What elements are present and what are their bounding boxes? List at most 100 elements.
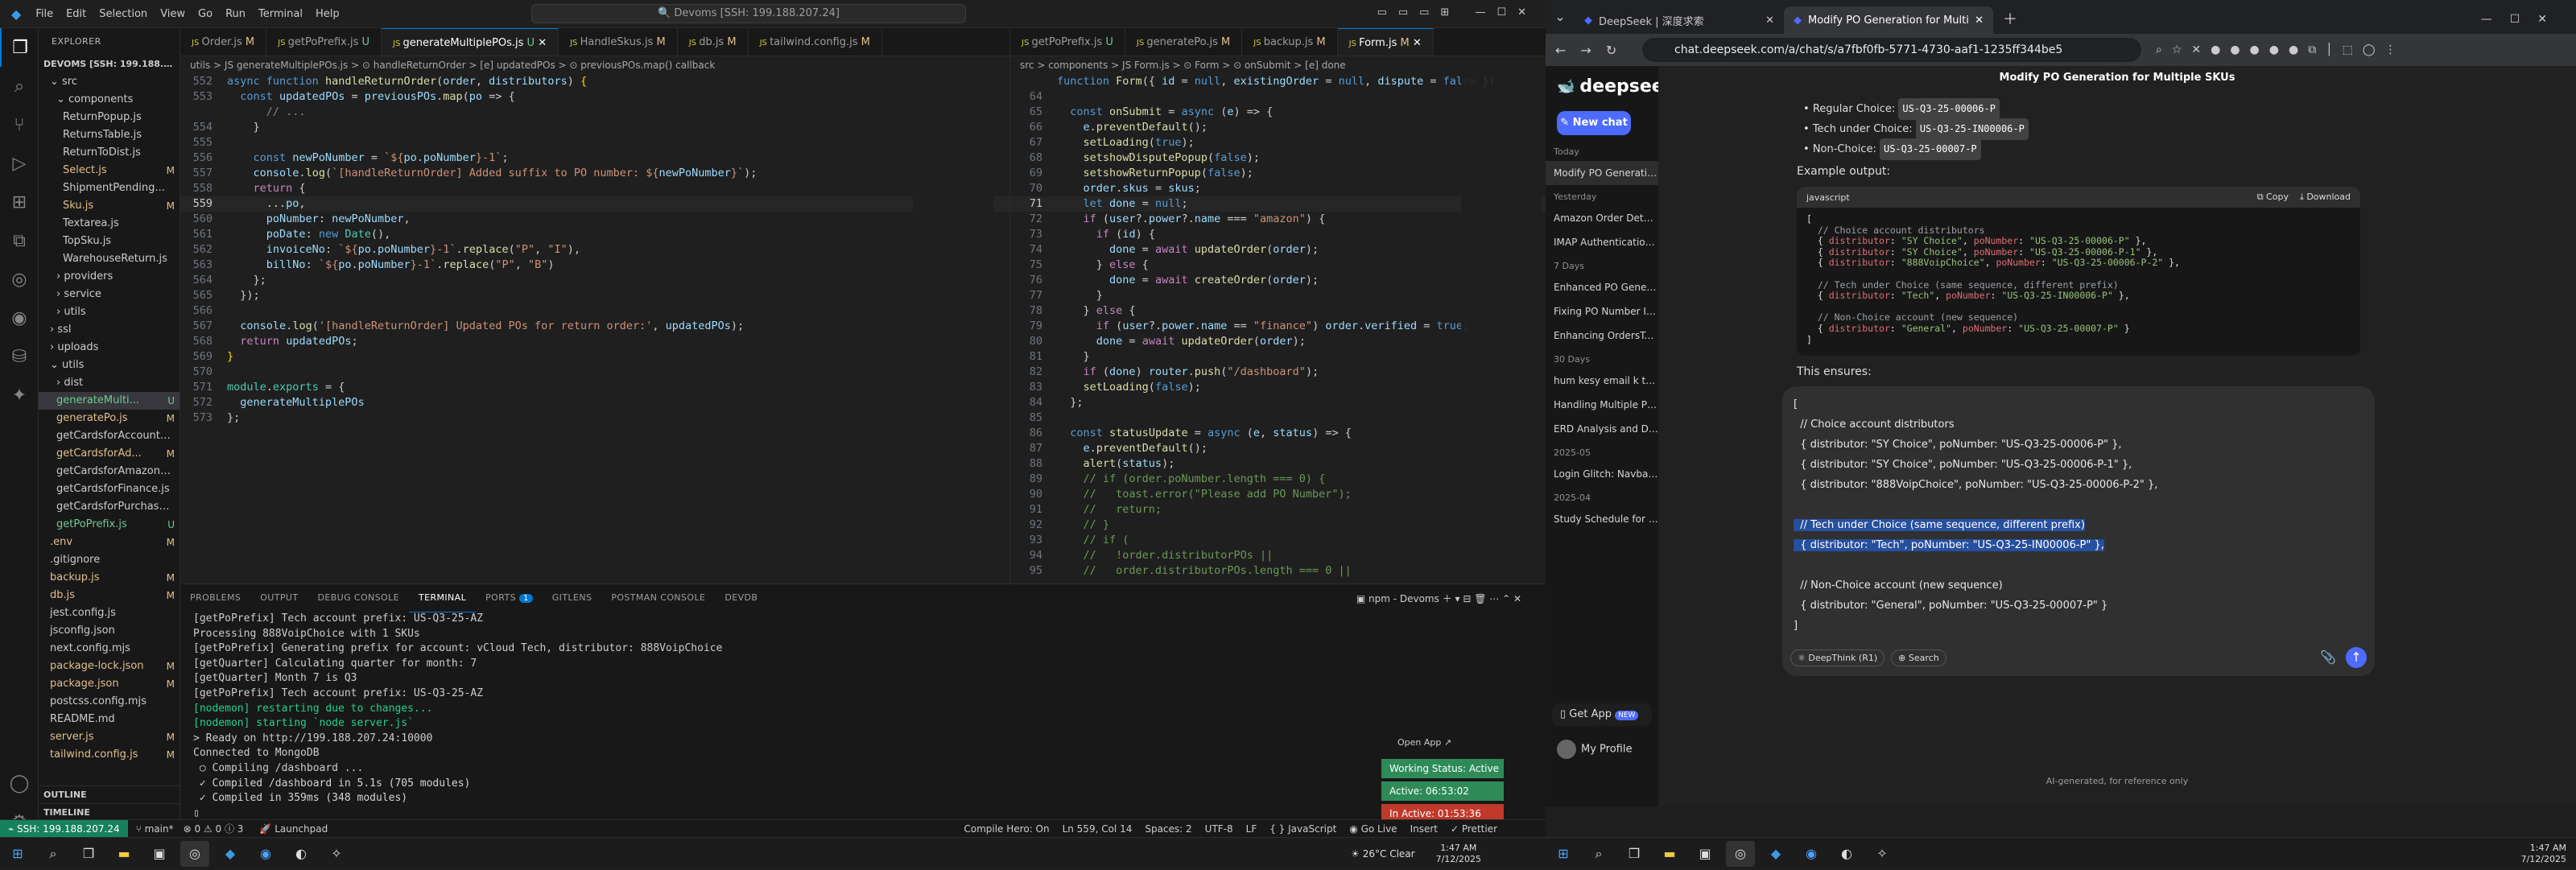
code-editor-left[interactable]: 552 async function handleReturnOrder(orde…: [180, 74, 1009, 426]
file-item[interactable]: server.js M: [39, 728, 180, 746]
open-app-link[interactable]: Open App ↗: [1397, 737, 1451, 748]
panel-tab-debug-console[interactable]: DEBUG CONSOLE: [308, 584, 409, 612]
file-item[interactable]: Textarea.js: [39, 215, 180, 233]
message-input-box[interactable]: [ // Choice account distributors { distr…: [1782, 386, 2375, 676]
clock-right[interactable]: 1:47 AM 7/12/2025: [2521, 843, 2566, 865]
url-input[interactable]: chat.deepseek.com/a/chat/s/a7fbf0fb-5771…: [1642, 38, 2141, 62]
editor-tab[interactable]: JS HandleSkus.js M: [559, 28, 678, 56]
search-icon[interactable]: ⌕: [0, 67, 39, 105]
file-item[interactable]: getCardsforAmazon.js: [39, 463, 180, 480]
close-icon[interactable]: ✕: [535, 37, 547, 49]
file-item[interactable]: Sku.js M: [39, 197, 180, 215]
folder-item[interactable]: ⌄ src: [39, 73, 180, 91]
file-item[interactable]: backup.js M: [39, 569, 180, 587]
chrome-icon[interactable]: ◎: [180, 840, 209, 867]
file-item[interactable]: db.js M: [39, 587, 180, 604]
folder-item[interactable]: ⌄ utils: [39, 357, 180, 374]
history-item[interactable]: Enhancing OrdersTable with Pro: [1546, 324, 1658, 348]
file-item[interactable]: ReturnPopup.js: [39, 109, 180, 126]
file-item[interactable]: ReturnToDist.js: [39, 144, 180, 162]
panel-tab-problems[interactable]: PROBLEMS: [180, 584, 250, 612]
database-icon[interactable]: ⛁: [0, 337, 39, 376]
terminal-selector[interactable]: ▣ npm - Devoms ＋ ▾ ⊟ 🗑 ⋯ ⌃ ✕: [1356, 592, 1521, 605]
problems-indicator[interactable]: ⊗ 0 ⚠ 0 ⓘ 3: [184, 822, 244, 835]
panel-tab-gitlens[interactable]: GITLENS: [543, 584, 602, 612]
history-item[interactable]: IMAP Authentication Timeout Er: [1546, 230, 1658, 254]
file-explorer-icon[interactable]: ▬: [109, 841, 138, 867]
folder-item[interactable]: › ssl: [39, 321, 180, 339]
menu-bar[interactable]: File Edit Selection View Go Run Terminal Help: [29, 8, 345, 20]
breadcrumb-right[interactable]: src > components > JS Form.js > ⊙ Form >…: [1010, 56, 1546, 74]
file-item[interactable]: .gitignore: [39, 551, 180, 569]
folder-item[interactable]: ⌄ components: [39, 91, 180, 109]
language-mode[interactable]: { } JavaScript: [1269, 823, 1336, 835]
command-search-input[interactable]: 🔍 Devoms [SSH: 199.188.207.24]: [531, 4, 966, 23]
download-button[interactable]: ⤓ Download: [2300, 192, 2351, 203]
history-item[interactable]: Study Schedule for Foundation L: [1546, 507, 1658, 531]
minimap-left[interactable]: [913, 74, 993, 583]
folder-item[interactable]: › providers: [39, 268, 180, 286]
panel-tab-devdb[interactable]: DEVDB: [715, 584, 767, 612]
app-icon[interactable]: ◐: [1832, 841, 1861, 867]
vscode-icon[interactable]: ◆: [1761, 841, 1790, 867]
app-icon[interactable]: ◐: [287, 841, 316, 867]
task-view-icon[interactable]: ❒: [1620, 841, 1649, 867]
file-explorer-icon[interactable]: ▬: [1655, 841, 1684, 867]
folder-item[interactable]: › utils: [39, 303, 180, 321]
file-item[interactable]: ReturnsTable.js: [39, 126, 180, 144]
editor-tab[interactable]: JS getPoPrefix.js U: [266, 28, 382, 56]
file-item[interactable]: getCardsforPurchasi...: [39, 498, 180, 516]
file-item[interactable]: jest.config.js: [39, 604, 180, 622]
history-item[interactable]: Enhanced PO Generation for Mu: [1546, 275, 1658, 299]
file-item[interactable]: tailwind.config.js M: [39, 746, 180, 764]
browser-tab-deepseek-home[interactable]: ◆ DeepSeek | 深度求索 ✕: [1575, 6, 1784, 34]
tab-search-icon[interactable]: ⌄: [1546, 0, 1575, 34]
app-icon[interactable]: ✧: [1868, 841, 1897, 867]
outline-section[interactable]: OUTLINE: [39, 785, 180, 803]
editor-tab[interactable]: JS backup.js M: [1242, 28, 1338, 56]
file-item[interactable]: package.json M: [39, 675, 180, 693]
launchpad-button[interactable]: 🚀 Launchpad: [259, 823, 328, 835]
editor-tab[interactable]: JS db.js M: [678, 28, 749, 56]
menu-item-help[interactable]: Help: [316, 8, 340, 20]
history-item[interactable]: Fixing PO Number Increment Is: [1546, 299, 1658, 324]
window-controls[interactable]: ▭▭▭⊞ —☐✕: [1377, 6, 1538, 19]
file-item[interactable]: generatePo.js M: [39, 410, 180, 427]
send-button[interactable]: ↑: [2346, 647, 2367, 668]
new-chat-button[interactable]: ✎ New chat: [1557, 111, 1631, 135]
my-profile-button[interactable]: My Profile: [1557, 740, 1632, 759]
run-debug-icon[interactable]: ▷: [0, 144, 39, 183]
nav-buttons[interactable]: ←→↻: [1555, 43, 1631, 58]
file-item[interactable]: package-lock.json M: [39, 658, 180, 675]
editor-tab[interactable]: JS Form.js M ✕: [1337, 28, 1434, 56]
menu-item-go[interactable]: Go: [198, 8, 213, 20]
end-of-line[interactable]: LF: [1246, 823, 1257, 835]
explorer-icon[interactable]: ❐: [0, 28, 39, 67]
get-app-button[interactable]: ▯ Get App NEW: [1552, 703, 1652, 726]
terminal-output[interactable]: [getPoPrefix] Tech account prefix: US-Q3…: [180, 612, 1546, 821]
history-item[interactable]: Login Glitch: Navbar Appears Af: [1546, 462, 1658, 486]
start-icon[interactable]: ⊞: [3, 841, 32, 867]
vscode-icon[interactable]: ◆: [216, 841, 245, 867]
panel-tab-ports[interactable]: PORTS 1: [476, 584, 543, 612]
file-item[interactable]: getPoPrefix.js U: [39, 516, 180, 534]
zoom-icon[interactable]: ◉: [251, 841, 280, 867]
chrome-icon[interactable]: ◎: [1726, 840, 1755, 867]
remote-explorer-icon[interactable]: ⧉: [0, 221, 39, 260]
file-item[interactable]: README.md: [39, 711, 180, 728]
compile-hero-status[interactable]: Compile Hero: On: [964, 823, 1049, 835]
editor-tab[interactable]: JS getPoPrefix.js U: [1010, 28, 1125, 56]
file-item[interactable]: postcss.config.mjs: [39, 693, 180, 711]
editor-tab[interactable]: JS generatePo.js M: [1125, 28, 1243, 56]
menu-item-file[interactable]: File: [35, 8, 53, 20]
history-item[interactable]: Handling Multiple POs and TXW: [1546, 393, 1658, 417]
search-icon[interactable]: ⌕: [39, 841, 68, 867]
menu-item-edit[interactable]: Edit: [66, 8, 86, 20]
search-toggle[interactable]: ⊕ Search: [1891, 649, 1946, 666]
indentation[interactable]: Spaces: 2: [1145, 823, 1191, 835]
store-icon[interactable]: ▣: [1690, 841, 1719, 867]
editor-tab[interactable]: JS generateMultiplePOs.js U ✕: [382, 28, 559, 56]
file-item[interactable]: Select.js M: [39, 162, 180, 179]
panel-tab-output[interactable]: OUTPUT: [250, 584, 308, 612]
source-control-icon[interactable]: ⑂: [0, 105, 39, 144]
